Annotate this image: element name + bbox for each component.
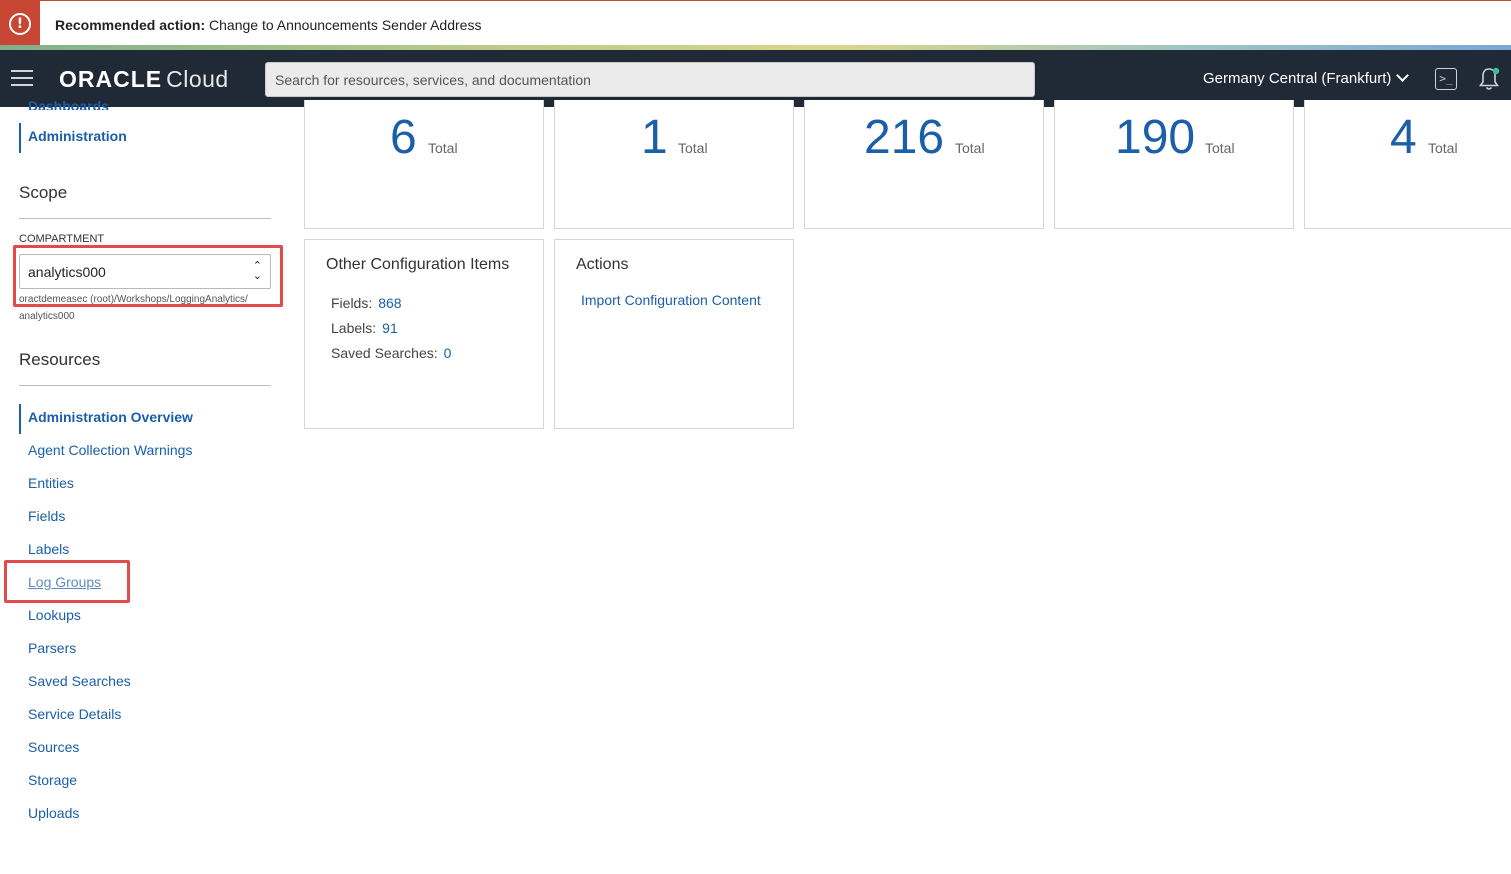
alert-icon: !: [9, 13, 31, 35]
sidebar-item-uploads[interactable]: Uploads: [19, 800, 279, 833]
sidebar-item-fields[interactable]: Fields: [19, 503, 279, 536]
alert-box: !: [0, 1, 40, 47]
resources-list: Administration Overview Agent Collection…: [19, 404, 279, 833]
stat-card[interactable]: 6 Total: [304, 100, 544, 229]
stat-card[interactable]: 216 Total: [804, 100, 1044, 229]
stat-label: Total: [428, 140, 458, 156]
sidebar-item-dashboards[interactable]: Dashboards: [28, 98, 109, 110]
card-title: Actions: [576, 256, 629, 273]
sidebar-item-agent-collection-warnings[interactable]: Agent Collection Warnings: [19, 437, 279, 470]
hamburger-menu-icon[interactable]: [11, 70, 33, 86]
labels-label: Labels:: [331, 320, 377, 336]
sidebar-item-parsers[interactable]: Parsers: [19, 635, 279, 668]
log-groups-highlight-box: [4, 560, 130, 603]
stat-label: Total: [955, 140, 985, 156]
sidebar-item-service-details[interactable]: Service Details: [19, 701, 279, 734]
top-header: ORACLECloud Germany Central (Frankfurt) …: [0, 50, 1511, 107]
resources-divider: [19, 385, 271, 386]
saved-searches-count-link[interactable]: 0: [444, 345, 452, 361]
stat-label: Total: [1205, 140, 1235, 156]
stat-card[interactable]: 1 Total: [554, 100, 794, 229]
compartment-label: COMPARTMENT: [19, 233, 105, 245]
sidebar-item-administration[interactable]: Administration: [19, 123, 127, 153]
region-selector[interactable]: Germany Central (Frankfurt): [1203, 69, 1410, 87]
cloud-shell-icon[interactable]: >_: [1435, 68, 1457, 90]
search-input[interactable]: [265, 62, 1035, 97]
sidebar-item-lookups[interactable]: Lookups: [19, 602, 279, 635]
labels-count-link[interactable]: 91: [382, 320, 398, 336]
fields-count-link[interactable]: 868: [378, 295, 401, 311]
sidebar-item-saved-searches[interactable]: Saved Searches: [19, 668, 279, 701]
compartment-path-line2: analytics000: [19, 311, 75, 322]
stat-card[interactable]: 190 Total: [1054, 100, 1294, 229]
announcement-message[interactable]: Recommended action: Change to Announceme…: [55, 17, 481, 33]
stat-value: 6: [390, 111, 417, 164]
actions-card: Actions Import Configuration Content: [554, 239, 794, 429]
stat-value: 4: [1390, 111, 1417, 164]
chevron-down-icon: [1396, 69, 1410, 82]
sidebar-item-storage[interactable]: Storage: [19, 767, 279, 800]
resources-heading: Resources: [19, 350, 101, 369]
notifications-bell-icon[interactable]: [1477, 66, 1501, 92]
left-sidebar: Dashboards Administration Scope COMPARTM…: [0, 98, 290, 874]
sidebar-item-entities[interactable]: Entities: [19, 470, 279, 503]
scope-divider: [19, 218, 271, 219]
card-title: Other Configuration Items: [326, 256, 510, 273]
scope-heading: Scope: [19, 183, 68, 202]
fields-label: Fields:: [331, 295, 373, 311]
logo-brand: ORACLE: [59, 66, 163, 92]
other-configuration-card: Other Configuration Items Fields: 868 Lab…: [304, 239, 544, 429]
sidebar-item-administration-overview[interactable]: Administration Overview: [19, 404, 279, 434]
compartment-highlight-box: [13, 245, 283, 307]
announcement-text: Change to Announcements Sender Address: [209, 17, 482, 33]
stat-label: Total: [1428, 140, 1458, 156]
stat-value: 190: [1115, 111, 1196, 164]
fields-count-row: Fields: 868: [331, 295, 402, 311]
stat-value: 216: [864, 111, 945, 164]
region-label: Germany Central (Frankfurt): [1203, 70, 1392, 87]
stat-label: Total: [678, 140, 708, 156]
saved-searches-label: Saved Searches:: [331, 345, 438, 361]
labels-count-row: Labels: 91: [331, 320, 398, 336]
oracle-cloud-logo[interactable]: ORACLE Cloud: [59, 66, 229, 93]
import-configuration-content-link[interactable]: Import Configuration Content: [581, 292, 761, 308]
announcement-label: Recommended action:: [55, 17, 206, 33]
logo-product: Cloud: [166, 66, 229, 92]
saved-searches-count-row: Saved Searches: 0: [331, 345, 451, 361]
stat-value: 1: [641, 111, 668, 164]
stat-card[interactable]: 4 Total: [1304, 100, 1511, 229]
announcement-banner: ! Recommended action: Change to Announce…: [0, 0, 1511, 47]
sidebar-item-sources[interactable]: Sources: [19, 734, 279, 767]
